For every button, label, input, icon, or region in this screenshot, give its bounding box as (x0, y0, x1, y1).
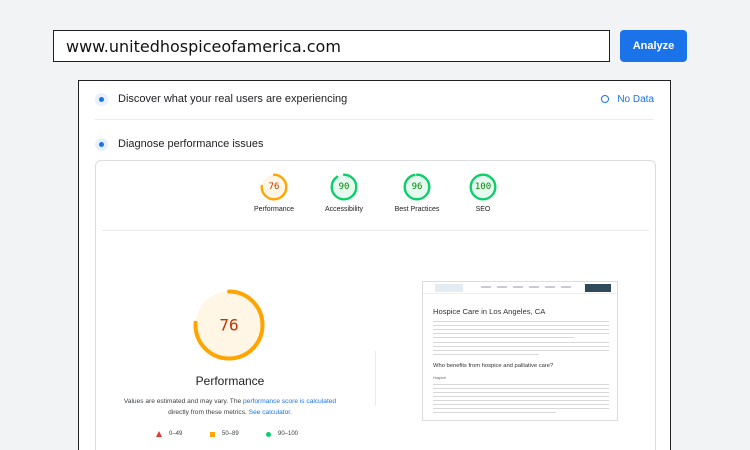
url-input[interactable] (53, 30, 610, 62)
gauge-svg: 96 (403, 173, 431, 201)
gauge-svg: 76 (260, 173, 288, 201)
diagnose-section-header: Diagnose performance issues (95, 135, 654, 153)
gauge-svg: 76 (193, 289, 265, 361)
gauge-seo[interactable]: 100 SEO (438, 173, 528, 213)
analyze-button[interactable]: Analyze (620, 30, 687, 62)
triangle-icon (156, 431, 162, 437)
gauge-ring: 96 (403, 173, 431, 201)
thumb-nav-button (585, 284, 611, 292)
legend-fail: 0–49 (156, 431, 182, 437)
users-icon (95, 92, 108, 106)
report-panel: Discover what your real users are experi… (78, 80, 671, 450)
legend-pass: 90–100 (266, 431, 298, 437)
gauge-score: 76 (219, 316, 238, 335)
performance-score-link[interactable]: performance score is calculated (243, 398, 336, 405)
crux-section-title: Discover what your real users are experi… (118, 93, 348, 105)
gauge-score: 76 (269, 182, 280, 192)
gauge-score: 96 (412, 182, 423, 192)
gauge-svg: 90 (330, 173, 358, 201)
gauge-score: 90 (339, 182, 350, 192)
no-data-label: No Data (617, 93, 654, 105)
gauge-ring: 76 (260, 173, 288, 201)
gauge-divider (102, 230, 649, 231)
gauge-ring: 90 (330, 173, 358, 201)
performance-note: Values are estimated and may vary. The p… (114, 396, 346, 418)
calculator-link[interactable]: See calculator. (249, 409, 292, 416)
gauge-label: Performance (253, 206, 295, 213)
thumb-small-label: Hospice (433, 376, 446, 380)
no-data-indicator: No Data (601, 94, 654, 105)
crux-section-header: Discover what your real users are experi… (95, 90, 654, 108)
diagnose-section-title: Diagnose performance issues (118, 138, 264, 150)
circle-icon (266, 431, 271, 437)
legend-average: 50–89 (210, 431, 239, 437)
gauge-label: Accessibility (324, 206, 364, 213)
thumb-paragraph (433, 384, 609, 416)
thumb-nav-link (513, 286, 523, 288)
gauge-label: Best Practices (394, 206, 440, 213)
page-screenshot: Hospice Care in Los Angeles, CA Who bene… (422, 281, 618, 421)
performance-title: Performance (195, 374, 265, 388)
legend-range: 0–49 (169, 431, 183, 437)
vertical-divider (375, 351, 376, 406)
thumb-nav-link (497, 286, 507, 288)
performance-big-gauge: 76 (193, 289, 265, 361)
gauge-ring: 100 (469, 173, 497, 201)
info-icon (601, 95, 610, 103)
thumb-logo (435, 284, 463, 292)
note-text: Values are estimated and may vary. The (123, 398, 244, 405)
square-icon (210, 431, 215, 437)
gauge-label: SEO (475, 206, 491, 213)
thumb-heading: Hospice Care in Los Angeles, CA (433, 307, 546, 316)
legend-range: 50–89 (222, 431, 239, 437)
score-gauges: 76 Performance 90 Accessibility 96 Best … (96, 173, 655, 223)
thumb-paragraph (433, 321, 609, 341)
section-divider (95, 119, 654, 120)
note-text: directly from these metrics. (168, 409, 249, 416)
lab-report-card: 76 Performance 90 Accessibility 96 Best … (95, 160, 656, 450)
thumb-nav-link (545, 286, 555, 288)
legend-range: 90–100 (278, 431, 299, 437)
thumb-nav-link (481, 286, 491, 288)
thumb-paragraph (433, 342, 609, 358)
thumb-nav-link (561, 286, 571, 288)
gauge-score: 100 (475, 182, 491, 192)
lab-icon (95, 137, 108, 151)
score-legend: 0–49 50–89 90–100 (156, 431, 326, 441)
thumb-subheading: Who benefits from hospice and palliative… (433, 363, 554, 369)
thumb-navbar (423, 282, 617, 294)
thumb-nav-link (529, 286, 539, 288)
gauge-svg: 100 (469, 173, 497, 201)
